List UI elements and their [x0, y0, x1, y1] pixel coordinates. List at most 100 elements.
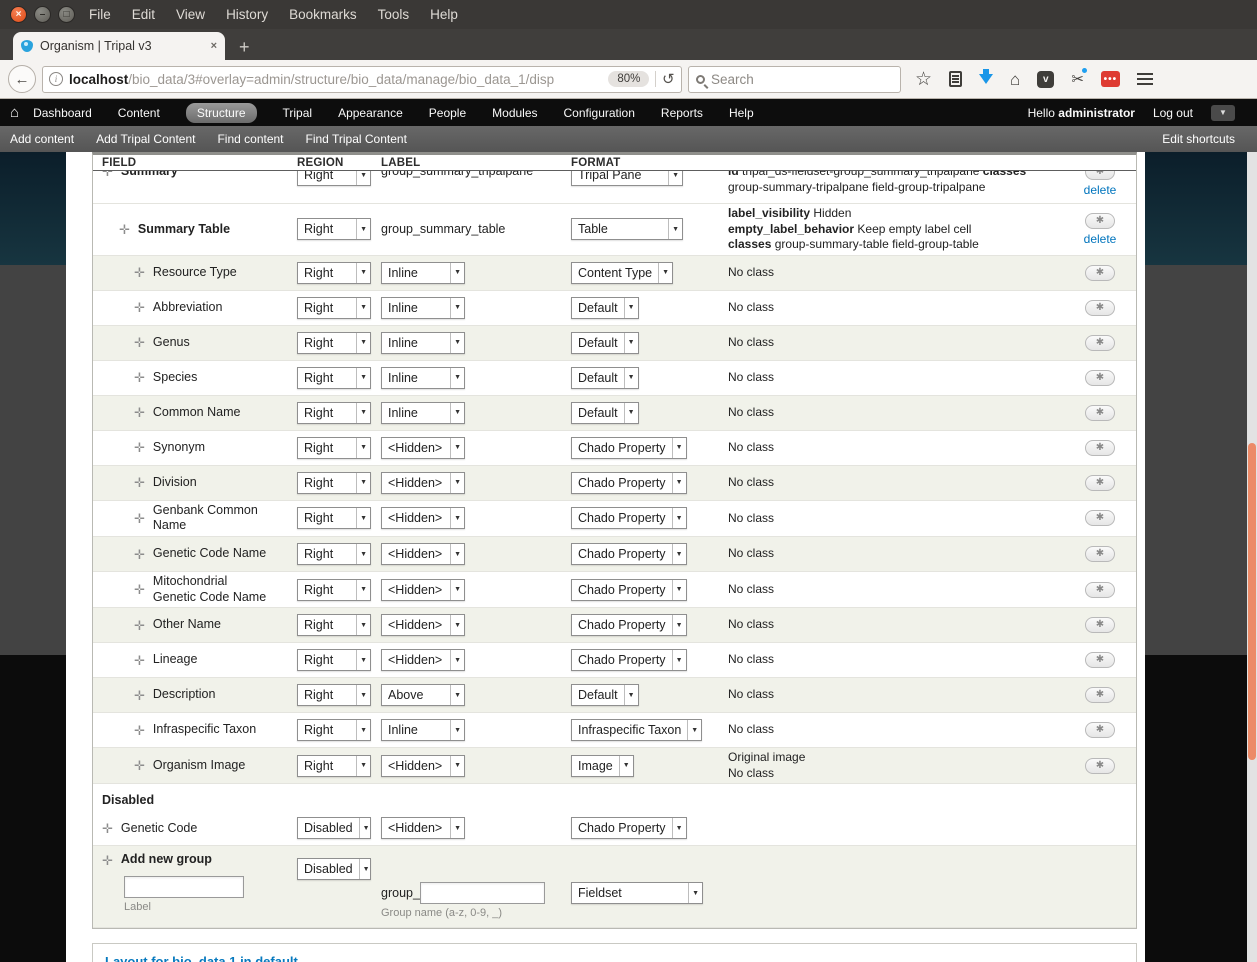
format-select[interactable]: Image▼	[571, 755, 634, 777]
drag-handle-icon[interactable]: ✛	[134, 583, 145, 596]
region-select[interactable]: Right▼	[297, 171, 371, 186]
drag-handle-icon[interactable]: ✛	[134, 406, 145, 419]
region-select[interactable]: Disabled▼	[297, 817, 371, 839]
shortcut-find-content[interactable]: Find content	[217, 132, 283, 146]
settings-gear-button[interactable]: ✱	[1085, 687, 1115, 703]
label-select[interactable]: <Hidden>▼	[381, 437, 465, 459]
drag-handle-icon[interactable]: ✛	[134, 371, 145, 384]
region-select[interactable]: Right▼	[297, 402, 371, 424]
format-select[interactable]: Default▼	[571, 367, 639, 389]
label-select[interactable]: Inline▼	[381, 332, 465, 354]
settings-gear-button[interactable]: ✱	[1085, 171, 1115, 180]
format-select[interactable]: Default▼	[571, 297, 639, 319]
label-select[interactable]: Inline▼	[381, 719, 465, 741]
settings-gear-button[interactable]: ✱	[1085, 582, 1115, 598]
toolbar-toggle-button[interactable]: ▼	[1211, 105, 1235, 121]
shortcut-add-content[interactable]: Add content	[10, 132, 74, 146]
settings-gear-button[interactable]: ✱	[1085, 722, 1115, 738]
label-select[interactable]: Above▼	[381, 684, 465, 706]
page-scrollbar[interactable]	[1247, 152, 1257, 962]
screenshot-icon[interactable]: ✂	[1071, 70, 1084, 88]
settings-gear-button[interactable]: ✱	[1085, 213, 1115, 229]
bookmark-star-icon[interactable]: ☆	[915, 70, 932, 89]
region-select[interactable]: Right▼	[297, 649, 371, 671]
region-select[interactable]: Right▼	[297, 755, 371, 777]
drag-handle-icon[interactable]: ✛	[134, 476, 145, 489]
region-select[interactable]: Right▼	[297, 719, 371, 741]
delete-link[interactable]: delete	[1084, 183, 1117, 197]
settings-gear-button[interactable]: ✱	[1085, 370, 1115, 386]
tab-close-icon[interactable]: ×	[211, 40, 217, 52]
reading-list-icon[interactable]	[949, 71, 962, 87]
format-select[interactable]: Default▼	[571, 332, 639, 354]
label-select[interactable]: <Hidden>▼	[381, 543, 465, 565]
edit-shortcuts-link[interactable]: Edit shortcuts	[1162, 132, 1235, 146]
region-select[interactable]: Right▼	[297, 437, 371, 459]
site-info-icon[interactable]: i	[49, 72, 63, 86]
url-text[interactable]: localhost/bio_data/3#overlay=admin/struc…	[69, 72, 602, 87]
region-select[interactable]: Right▼	[297, 543, 371, 565]
menu-hamburger-icon[interactable]	[1137, 73, 1153, 85]
back-button[interactable]: ←	[8, 65, 36, 93]
format-select[interactable]: Default▼	[571, 402, 639, 424]
settings-gear-button[interactable]: ✱	[1085, 405, 1115, 421]
region-select[interactable]: Right▼	[297, 579, 371, 601]
format-select[interactable]: Content Type▼	[571, 262, 673, 284]
format-select[interactable]: Infraspecific Taxon▼	[571, 719, 702, 741]
region-select[interactable]: Right▼	[297, 218, 371, 240]
reload-icon[interactable]: ↻	[662, 70, 675, 88]
format-select[interactable]: Chado Property▼	[571, 817, 687, 839]
tab-organism-tripal[interactable]: Organism | Tripal v3 ×	[13, 32, 225, 60]
admin-menu-reports[interactable]: Reports	[661, 106, 703, 120]
label-select[interactable]: <Hidden>▼	[381, 614, 465, 636]
region-select[interactable]: Right▼	[297, 332, 371, 354]
region-select[interactable]: Right▼	[297, 367, 371, 389]
drag-handle-icon[interactable]: ✛	[134, 336, 145, 349]
settings-gear-button[interactable]: ✱	[1085, 617, 1115, 633]
drag-handle-icon[interactable]: ✛	[134, 548, 145, 561]
region-select[interactable]: Disabled▼	[297, 858, 371, 880]
settings-gear-button[interactable]: ✱	[1085, 652, 1115, 668]
scrollbar-thumb[interactable]	[1248, 443, 1256, 760]
format-select[interactable]: Chado Property▼	[571, 579, 687, 601]
menu-item-bookmarks[interactable]: Bookmarks	[289, 7, 357, 22]
drag-handle-icon[interactable]: ✛	[134, 759, 145, 772]
group-name-input[interactable]	[420, 882, 545, 904]
downloads-icon[interactable]	[979, 74, 993, 84]
label-select[interactable]: Inline▼	[381, 262, 465, 284]
settings-gear-button[interactable]: ✱	[1085, 475, 1115, 491]
drag-handle-icon[interactable]: ✛	[102, 822, 113, 835]
drag-handle-icon[interactable]: ✛	[134, 689, 145, 702]
admin-menu-modules[interactable]: Modules	[492, 106, 537, 120]
label-select[interactable]: <Hidden>▼	[381, 755, 465, 777]
settings-gear-button[interactable]: ✱	[1085, 510, 1115, 526]
format-select[interactable]: Chado Property▼	[571, 507, 687, 529]
admin-menu-help[interactable]: Help	[729, 106, 754, 120]
format-select[interactable]: Tripal Pane▼	[571, 171, 683, 186]
format-select[interactable]: Chado Property▼	[571, 472, 687, 494]
admin-menu-content[interactable]: Content	[118, 106, 160, 120]
region-select[interactable]: Right▼	[297, 507, 371, 529]
settings-gear-button[interactable]: ✱	[1085, 546, 1115, 562]
format-select[interactable]: Chado Property▼	[571, 614, 687, 636]
label-select[interactable]: <Hidden>▼	[381, 817, 465, 839]
drag-handle-icon[interactable]: ✛	[119, 223, 130, 236]
label-select[interactable]: <Hidden>▼	[381, 649, 465, 671]
settings-gear-button[interactable]: ✱	[1085, 440, 1115, 456]
admin-menu-structure[interactable]: Structure	[186, 103, 257, 123]
drag-handle-icon[interactable]: ✛	[102, 854, 113, 867]
menu-item-file[interactable]: File	[89, 7, 111, 22]
window-maximize-button[interactable]: □	[58, 6, 75, 23]
label-select[interactable]: Inline▼	[381, 402, 465, 424]
menu-item-tools[interactable]: Tools	[378, 7, 410, 22]
drag-handle-icon[interactable]: ✛	[134, 441, 145, 454]
shortcut-find-tripal-content[interactable]: Find Tripal Content	[306, 132, 407, 146]
label-select[interactable]: <Hidden>▼	[381, 579, 465, 601]
region-select[interactable]: Right▼	[297, 684, 371, 706]
drag-handle-icon[interactable]: ✛	[134, 512, 145, 525]
layout-fieldset-legend[interactable]: Layout for bio_data 1 in default	[105, 954, 298, 962]
menu-item-help[interactable]: Help	[430, 7, 458, 22]
format-select[interactable]: Fieldset▼	[571, 882, 703, 904]
settings-gear-button[interactable]: ✱	[1085, 335, 1115, 351]
admin-menu-people[interactable]: People	[429, 106, 466, 120]
